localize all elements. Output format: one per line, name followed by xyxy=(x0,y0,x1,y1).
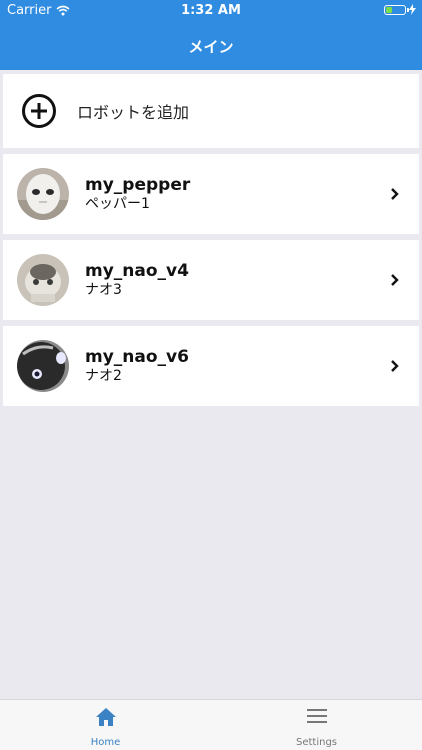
robot-subtitle: ペッパー1 xyxy=(85,196,150,212)
tab-bar: Home Settings xyxy=(0,699,422,750)
chevron-right-icon xyxy=(391,274,399,286)
battery-indicator xyxy=(384,4,416,15)
navigation-header: Carrier 1:32 AM メイン xyxy=(0,0,422,70)
robot-name: my_nao_v6 xyxy=(85,347,189,367)
charging-bolt-icon xyxy=(409,4,416,15)
robot-list: ロボットを追加 my_pepper ペッパー1 my_nao_v4 ナオ3 my… xyxy=(3,74,419,412)
tab-settings-label: Settings xyxy=(295,737,337,748)
robot-row-my-nao-v6[interactable]: my_nao_v6 ナオ2 xyxy=(3,326,419,406)
battery-icon xyxy=(384,4,409,15)
add-robot-label: ロボットを追加 xyxy=(77,103,190,122)
robot-subtitle: ナオ2 xyxy=(85,368,122,384)
tab-home[interactable]: Home xyxy=(0,700,211,750)
robot-subtitle: ナオ3 xyxy=(85,282,122,298)
tab-home-label: Home xyxy=(90,737,121,748)
robot-row-my-nao-v4[interactable]: my_nao_v4 ナオ3 xyxy=(3,240,419,320)
robot-row-my-pepper[interactable]: my_pepper ペッパー1 xyxy=(3,154,419,234)
add-robot-row[interactable]: ロボットを追加 xyxy=(3,74,419,148)
avatar xyxy=(17,340,69,392)
plus-circle-icon xyxy=(22,94,56,128)
avatar xyxy=(17,168,69,220)
home-icon xyxy=(95,708,116,726)
robot-name: my_nao_v4 xyxy=(85,261,189,281)
battery-level xyxy=(386,6,392,13)
robot-name: my_pepper xyxy=(85,175,191,195)
page-title: メイン xyxy=(188,38,234,56)
chevron-right-icon xyxy=(391,360,399,372)
status-bar: Carrier 1:32 AM xyxy=(0,0,422,22)
chevron-right-icon xyxy=(391,188,399,200)
avatar xyxy=(17,254,69,306)
status-time: 1:32 AM xyxy=(181,3,241,18)
tab-settings[interactable]: Settings xyxy=(211,700,422,750)
menu-icon xyxy=(306,709,327,723)
